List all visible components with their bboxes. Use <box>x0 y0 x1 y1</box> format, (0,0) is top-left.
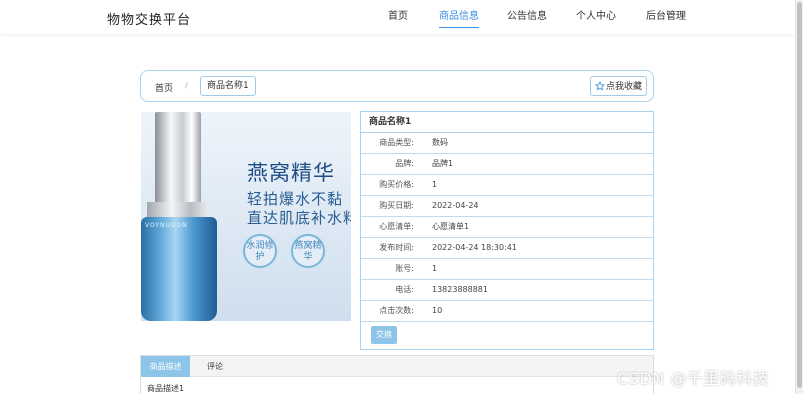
info-value: 心愿清单1 <box>432 222 470 231</box>
star-icon <box>594 81 605 91</box>
info-label: 点击次数: <box>379 306 414 315</box>
exchange-button[interactable]: 交换 <box>371 326 397 344</box>
favorite-button[interactable]: 点我收藏 <box>589 76 647 96</box>
product-info-table: 商品名称1 商品类型: 数码 品牌: 品牌1 购买价格: 1 购买日期: 2022-04… <box>360 111 654 350</box>
info-value: 13823888881 <box>432 285 488 294</box>
nav-products[interactable]: 商品信息 <box>439 0 479 34</box>
info-row-price: 购买价格: 1 <box>361 175 653 196</box>
product-image: 燕窝精华 轻拍爆水不黏 直达肌底补水料 水润修护 燕窝精华 VOYNUDON <box>141 112 351 321</box>
site-logo[interactable]: 物物交换平台 <box>107 9 191 28</box>
scrollbar-thumb[interactable] <box>797 2 802 388</box>
ad-line-3: 直达肌底补水料 <box>247 209 351 227</box>
info-label: 发布时间: <box>379 243 414 252</box>
favorite-label: 点我收藏 <box>605 81 642 91</box>
nav-admin[interactable]: 后台管理 <box>646 0 686 34</box>
info-row-phone: 电话: 13823888881 <box>361 280 653 301</box>
info-label: 心愿清单: <box>379 222 414 231</box>
nav-announcements[interactable]: 公告信息 <box>507 0 547 34</box>
page-scrollbar[interactable] <box>795 0 803 394</box>
info-label: 电话: <box>395 285 414 294</box>
info-label: 购买日期: <box>379 201 414 210</box>
breadcrumb-separator: / <box>185 81 188 90</box>
info-label: 商品类型: <box>379 138 414 147</box>
info-value: 1 <box>432 180 438 189</box>
tabs-bar: 商品描述 评论 <box>141 356 653 377</box>
breadcrumb-home[interactable]: 首页 <box>155 81 173 94</box>
info-row-publish-time: 发布时间: 2022-04-24 18:30:41 <box>361 238 653 259</box>
info-value: 10 <box>432 306 443 315</box>
info-row-account: 账号: 1 <box>361 259 653 280</box>
info-value: 品牌1 <box>432 159 454 168</box>
bottle-body <box>141 217 217 321</box>
info-value: 数码 <box>432 138 448 147</box>
info-row-purchase-date: 购买日期: 2022-04-24 <box>361 196 653 217</box>
breadcrumb-current: 商品名称1 <box>200 76 256 96</box>
info-value: 1 <box>432 264 438 273</box>
breadcrumb: 首页 / 商品名称1 点我收藏 <box>140 70 654 102</box>
info-value: 2022-04-24 18:30:41 <box>432 243 517 252</box>
ad-badge-moisture: 水润修护 <box>243 234 277 268</box>
ad-badge-essence: 燕窝精华 <box>291 234 325 268</box>
bottle-label: VOYNUDON <box>145 222 188 229</box>
product-title: 商品名称1 <box>361 112 653 133</box>
ad-headline: 燕窝精华 <box>247 161 335 185</box>
info-label: 购买价格: <box>379 180 414 189</box>
bottle-cap <box>155 112 201 207</box>
bottle-neck <box>147 202 209 218</box>
info-label: 品牌: <box>395 159 414 168</box>
tab-description[interactable]: 商品描述 <box>141 356 190 377</box>
csdn-watermark: CSDN @千里码科技 <box>617 369 770 388</box>
top-header: 物物交换平台 首页 商品信息 公告信息 个人中心 后台管理 <box>0 0 795 34</box>
info-row-wishlist: 心愿清单: 心愿清单1 <box>361 217 653 238</box>
info-actions: 交换 <box>361 322 653 349</box>
description-content: 商品描述1 <box>147 384 185 393</box>
info-label: 账号: <box>395 264 414 273</box>
info-row-brand: 品牌: 品牌1 <box>361 154 653 175</box>
info-row-clicks: 点击次数: 10 <box>361 301 653 322</box>
info-row-type: 商品类型: 数码 <box>361 133 653 154</box>
tab-comments[interactable]: 评论 <box>207 356 223 377</box>
detail-tabs: 商品描述 评论 商品描述1 <box>140 355 654 394</box>
nav-home[interactable]: 首页 <box>388 0 408 34</box>
nav-personal-center[interactable]: 个人中心 <box>576 0 616 34</box>
ad-line-2: 轻拍爆水不黏 <box>247 190 344 208</box>
info-value: 2022-04-24 <box>432 201 479 210</box>
